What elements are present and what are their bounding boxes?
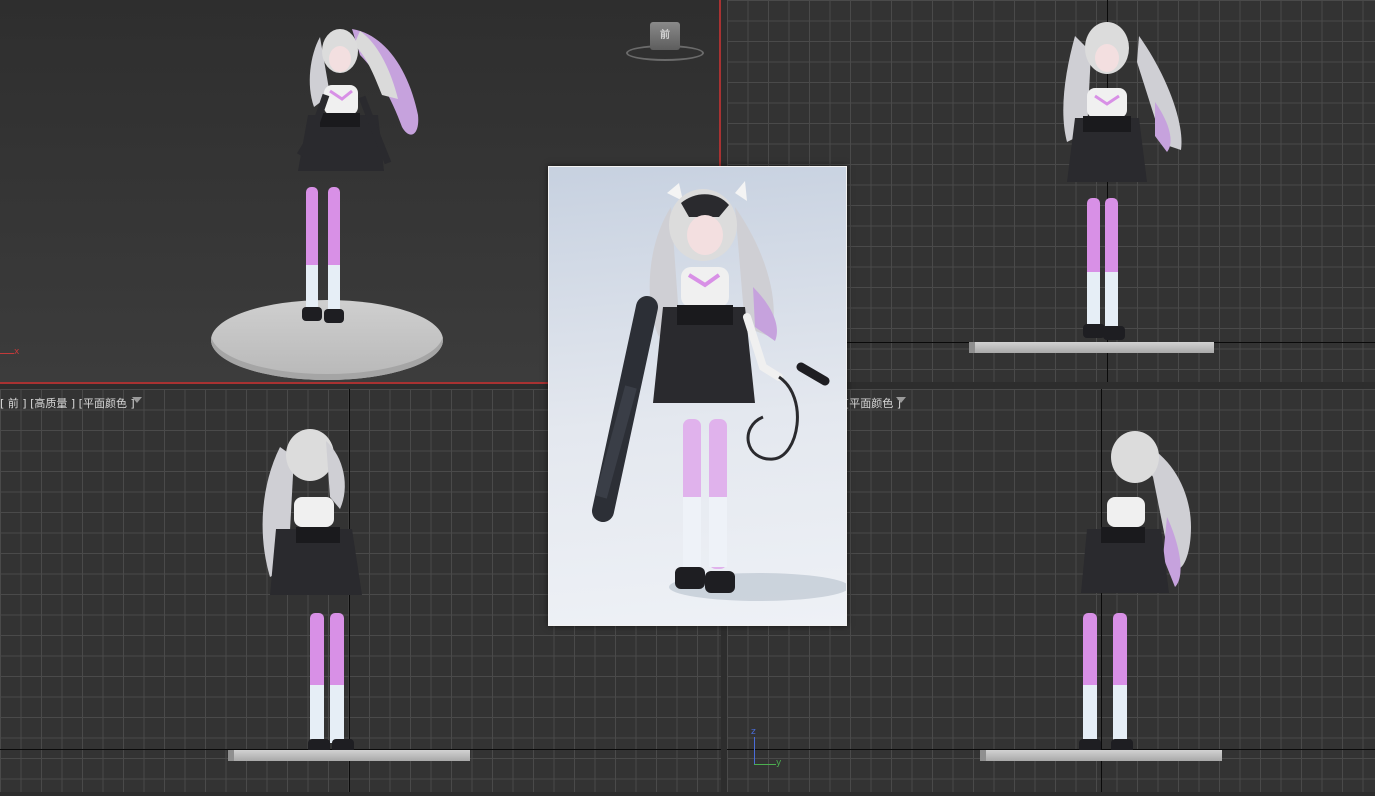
ground-plane[interactable]	[980, 750, 1222, 761]
viewport-workspace: 前 x [前] [高质量] [平面颜色] [平面颜色] z y	[0, 0, 1375, 796]
ground-plane[interactable]	[969, 342, 1214, 353]
viewport-label-left[interactable]: [ 前 ] [高质量 ] [平面颜色 ]	[0, 395, 135, 411]
axis-label-z: z	[751, 727, 756, 737]
character-model-back[interactable]	[240, 417, 400, 757]
character-model-3d-perspective[interactable]	[270, 15, 430, 335]
reference-illustration	[592, 181, 846, 601]
character-reference-image[interactable]	[548, 166, 847, 626]
viewcube-icon[interactable]: 前	[650, 22, 680, 50]
viewport-label-right[interactable]: [平面颜色 ]	[845, 395, 901, 411]
viewport-filter-icon[interactable]	[896, 397, 906, 403]
axis-label-x: x	[14, 347, 20, 357]
character-model-front[interactable]	[1035, 12, 1195, 342]
ground-plane[interactable]	[228, 750, 470, 761]
axis-label-y: y	[776, 758, 782, 768]
character-model-side[interactable]	[1057, 417, 1217, 757]
viewport-filter-icon[interactable]	[132, 397, 142, 403]
